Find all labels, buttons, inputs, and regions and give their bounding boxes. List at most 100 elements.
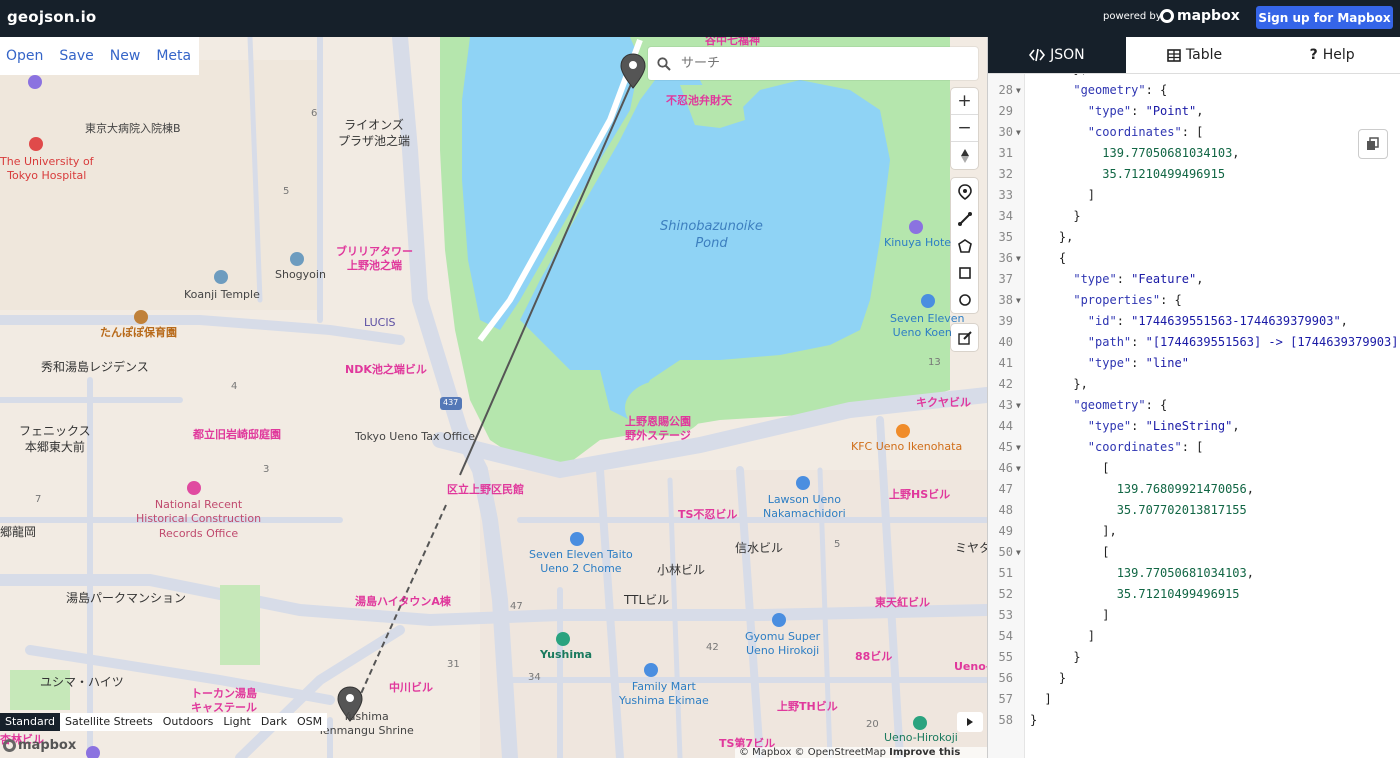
code-line[interactable]: 35 }, <box>988 227 1400 248</box>
map-base-layer <box>0 37 987 758</box>
style-option-outdoors[interactable]: Outdoors <box>158 713 219 731</box>
code-line[interactable]: 47 139.76809921470056, <box>988 479 1400 500</box>
map-label: たんぽぽ保育園 <box>100 326 177 339</box>
code-line[interactable]: 39 "id": "1744639551563-1744639379903", <box>988 311 1400 332</box>
code-line[interactable]: 57 ] <box>988 689 1400 710</box>
edit-features-button[interactable] <box>951 324 978 351</box>
code-text: ] <box>1030 629 1096 643</box>
table-icon <box>1167 48 1181 62</box>
fold-toggle-icon[interactable]: ▼ <box>1016 80 1021 101</box>
code-line[interactable]: 31 139.77050681034103, <box>988 143 1400 164</box>
code-line[interactable]: 34 } <box>988 206 1400 227</box>
mapbox-logo[interactable]: mapbox <box>1160 8 1240 24</box>
code-line[interactable]: 58} <box>988 710 1400 731</box>
fold-toggle-icon[interactable]: ▼ <box>1016 248 1021 269</box>
code-line[interactable]: 40 "path": "[1744639551563] -> [17446393… <box>988 332 1400 353</box>
copy-icon <box>1367 137 1379 150</box>
compass-button[interactable] <box>951 142 978 169</box>
mapbox-map-logo[interactable]: mapbox <box>3 738 76 753</box>
map-label: 31 <box>447 659 460 670</box>
station-icon <box>556 632 570 646</box>
code-line[interactable]: 49 ], <box>988 521 1400 542</box>
powered-by-text: powered by <box>1103 11 1162 22</box>
draw-rectangle-button[interactable] <box>951 259 978 286</box>
line-number: 39 <box>998 314 1013 328</box>
code-line[interactable]: 37 "type": "Feature", <box>988 269 1400 290</box>
fold-toggle-icon[interactable]: ▼ <box>1016 290 1021 311</box>
nursery-icon <box>134 310 148 324</box>
fold-toggle-icon[interactable]: ▼ <box>1016 458 1021 479</box>
code-text: "geometry": { <box>1073 83 1168 97</box>
new-menu-item[interactable]: New <box>110 48 149 64</box>
code-line[interactable]: 30 ▼ "coordinates": [ <box>988 122 1400 143</box>
code-line[interactable]: 28 ▼ "geometry": { <box>988 80 1400 101</box>
line-number: 35 <box>998 230 1013 244</box>
line-number: 40 <box>998 335 1013 349</box>
style-option-satellite-streets[interactable]: Satellite Streets <box>60 713 158 731</box>
code-line[interactable]: 38 ▼ "properties": { <box>988 290 1400 311</box>
style-option-light[interactable]: Light <box>218 713 255 731</box>
code-line[interactable]: 44 "type": "LineString", <box>988 416 1400 437</box>
fold-toggle-icon[interactable]: ▼ <box>1016 122 1021 143</box>
search-input[interactable] <box>681 56 961 71</box>
code-line[interactable]: 33 ] <box>988 185 1400 206</box>
tab-table[interactable]: Table <box>1126 37 1264 73</box>
shop-icon <box>644 663 658 677</box>
code-line[interactable]: 56 } <box>988 668 1400 689</box>
code-line[interactable]: 52 35.71210499496915 <box>988 584 1400 605</box>
code-text: "type": "line" <box>1087 356 1189 370</box>
map-canvas[interactable]: 谷中七福神 不忍池弁財天 東京大病院入院棟B The University of… <box>0 37 987 758</box>
code-line[interactable]: 32 35.71210499496915 <box>988 164 1400 185</box>
tab-json[interactable]: JSON <box>988 37 1126 73</box>
code-line[interactable]: 55 } <box>988 647 1400 668</box>
code-text: "geometry": { <box>1073 398 1168 412</box>
attribution-osm-link[interactable]: © OpenStreetMap <box>795 747 886 758</box>
line-number: 49 <box>998 524 1013 538</box>
code-line[interactable]: 53 ] <box>988 605 1400 626</box>
tab-help[interactable]: ? Help <box>1263 37 1400 73</box>
meta-menu-item[interactable]: Meta <box>156 48 199 64</box>
map-label: ユシマ・ハイツ <box>40 675 124 689</box>
map-label: Seven Eleven Taito Ueno 2 Chome <box>529 548 633 576</box>
map-label: Koanji Temple <box>184 288 260 301</box>
code-line[interactable]: 36 ▼ { <box>988 248 1400 269</box>
code-line[interactable]: 45 ▼ "coordinates": [ <box>988 437 1400 458</box>
style-option-osm[interactable]: OSM <box>292 713 327 731</box>
code-line[interactable]: 41 "type": "line" <box>988 353 1400 374</box>
draw-line-button[interactable] <box>951 205 978 232</box>
fold-toggle-icon[interactable]: ▼ <box>1016 542 1021 563</box>
zoom-out-button[interactable]: − <box>951 115 978 142</box>
code-line[interactable]: 48 35.707702013817155 <box>988 500 1400 521</box>
point-marker-icon[interactable] <box>619 52 647 90</box>
fold-toggle-icon[interactable]: ▼ <box>1016 395 1021 416</box>
open-menu-item[interactable]: Open <box>6 48 51 64</box>
code-line[interactable]: 51 139.77050681034103, <box>988 563 1400 584</box>
code-line[interactable]: 54 ] <box>988 626 1400 647</box>
map-label: Kinuya Hotel <box>884 236 955 249</box>
code-line[interactable]: 46 ▼ [ <box>988 458 1400 479</box>
draw-point-button[interactable] <box>951 178 978 205</box>
app-logo[interactable]: geojson.io <box>7 8 96 26</box>
save-menu-item[interactable]: Save <box>59 48 101 64</box>
style-option-standard[interactable]: Standard <box>0 713 61 731</box>
line-number: 51 <box>998 566 1013 580</box>
shop-icon <box>921 294 935 308</box>
map-label: Tokyo Ueno Tax Office <box>355 430 476 443</box>
code-line[interactable]: 29 "type": "Point", <box>988 101 1400 122</box>
style-option-dark[interactable]: Dark <box>256 713 292 731</box>
fold-toggle-icon[interactable]: ▼ <box>1016 437 1021 458</box>
zoom-in-button[interactable]: + <box>951 88 978 115</box>
map-label: Ueno-Hirokoji <box>884 731 958 744</box>
signup-button[interactable]: Sign up for Mapbox <box>1256 6 1393 29</box>
code-line[interactable]: 43 ▼ "geometry": { <box>988 395 1400 416</box>
map-label: 湯島ハイタウンA棟 <box>355 595 451 608</box>
draw-polygon-button[interactable] <box>951 232 978 259</box>
json-editor[interactable]: 27 },28▼ "geometry": {29 "type": "Point"… <box>988 74 1400 758</box>
draw-circle-button[interactable] <box>951 286 978 313</box>
map-label: キクヤビル <box>916 396 971 409</box>
code-line[interactable]: 50 ▼ [ <box>988 542 1400 563</box>
copy-button[interactable] <box>1358 129 1388 159</box>
attribution-mapbox-link[interactable]: © Mapbox <box>739 747 791 758</box>
code-line[interactable]: 42 }, <box>988 374 1400 395</box>
expand-panel-button[interactable] <box>957 712 983 732</box>
